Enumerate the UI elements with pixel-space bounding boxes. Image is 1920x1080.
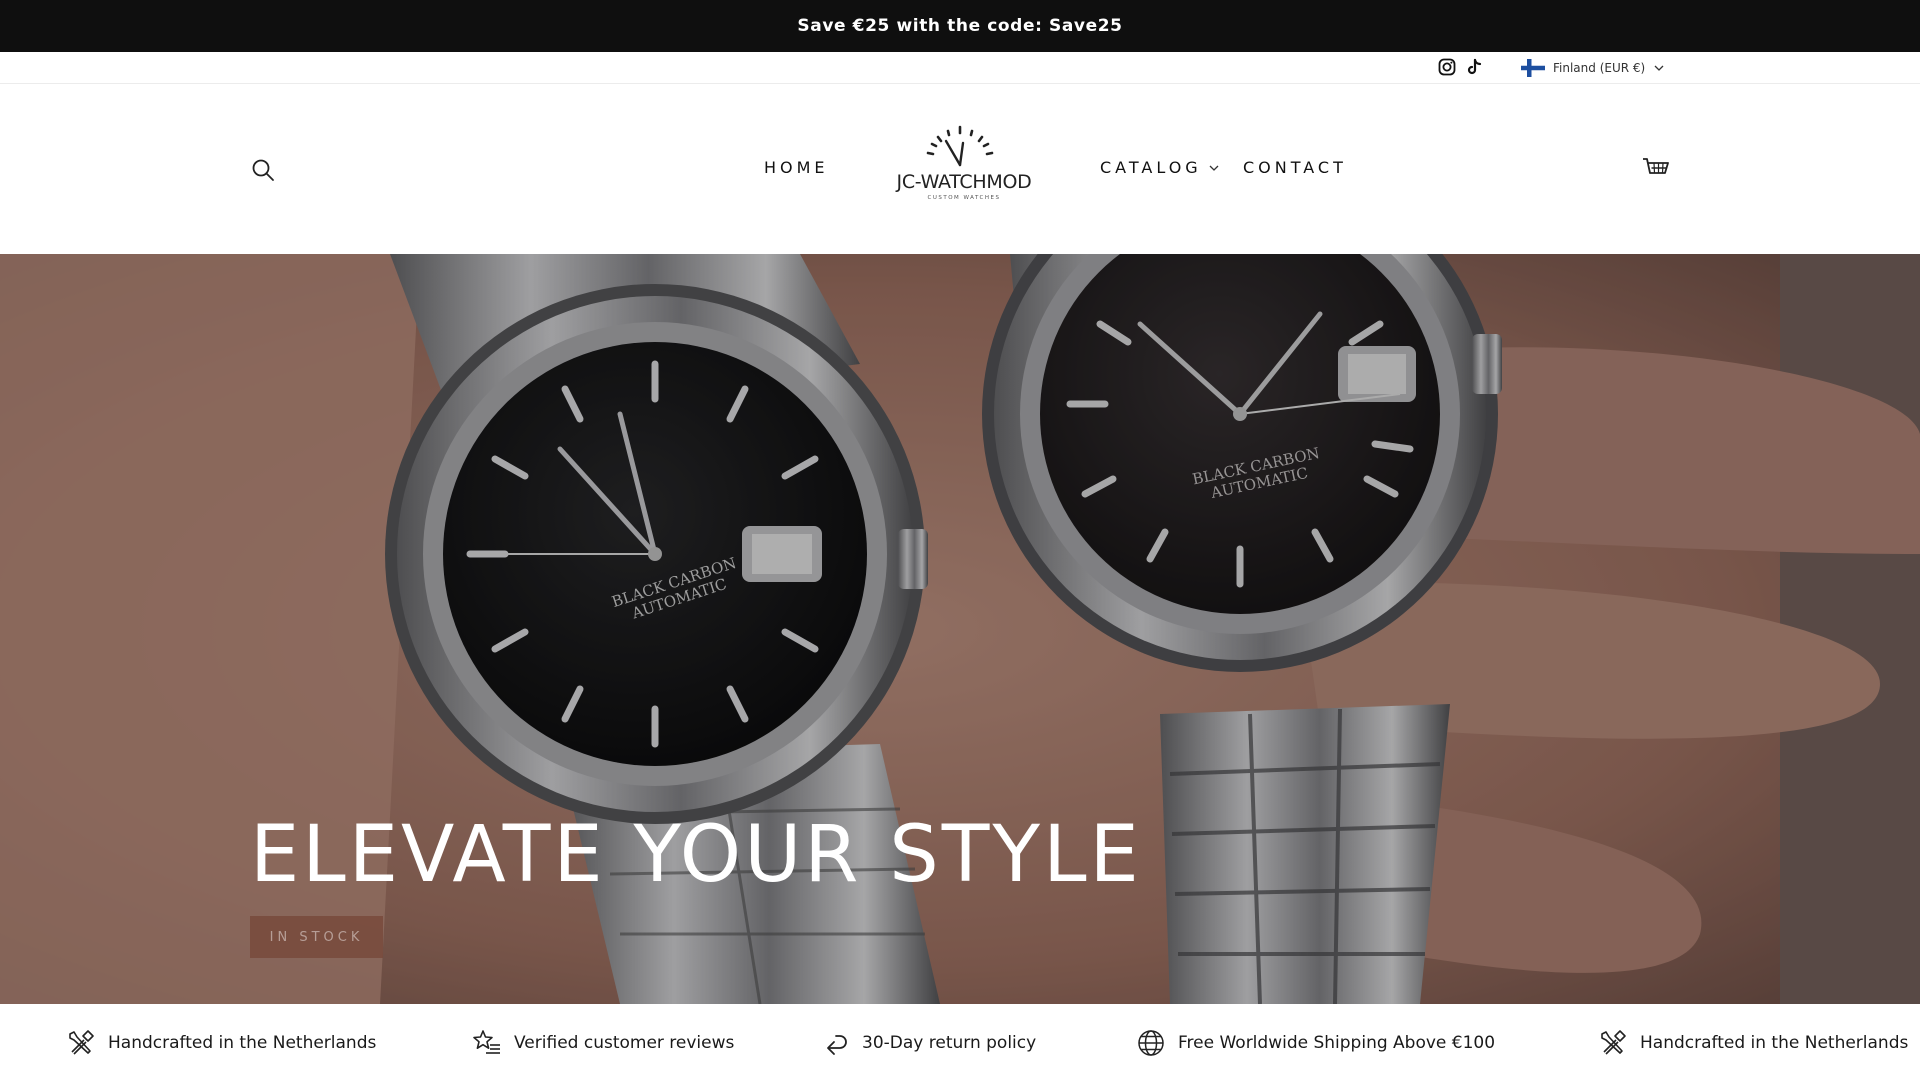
feature-item: Free Worldwide Shipping Above €100 [1136, 1028, 1495, 1058]
nav-contact[interactable]: CONTACT [1243, 158, 1347, 177]
utility-bar: Finland (EUR €) [0, 52, 1920, 84]
finland-flag-icon [1521, 59, 1545, 77]
site-header: HOME JC-WATCHMOD CUSTOM WATCHES CATALOG [0, 85, 1920, 254]
hero-title: ELEVATE YOUR STYLE [250, 810, 1142, 900]
return-arrow-icon [827, 1035, 847, 1055]
hero-banner: BLACK CARBON AUTOMATIC BLACK CARBON AUTO… [0, 254, 1920, 1004]
announcement-text: Save €25 with the code: Save25 [797, 16, 1123, 36]
nav-catalog[interactable]: CATALOG [1100, 158, 1220, 177]
chevron-down-icon [1654, 65, 1664, 71]
feature-label: Free Worldwide Shipping Above €100 [1178, 1033, 1496, 1053]
country-label: Finland (EUR €) [1553, 61, 1646, 75]
cart-icon[interactable] [1640, 153, 1672, 185]
feature-item: Verified customer reviews [472, 1028, 734, 1058]
feature-label: Handcrafted in the Netherlands [1640, 1033, 1909, 1053]
feature-label: Verified customer reviews [514, 1033, 735, 1053]
chevron-down-icon [1209, 165, 1219, 171]
feature-item: 30-Day return policy [820, 1028, 1036, 1058]
announcement-bar: Save €25 with the code: Save25 [0, 0, 1920, 52]
feature-label: Handcrafted in the Netherlands [108, 1033, 377, 1053]
in-stock-button-label: IN STOCK [269, 929, 364, 945]
feature-item: Handcrafted in the Netherlands [66, 1028, 376, 1058]
logo-name: JC-WATCHMOD [896, 171, 1032, 193]
logo-tagline: CUSTOM WATCHES [927, 195, 1001, 201]
star-list-icon [473, 1030, 500, 1054]
globe-icon [1138, 1030, 1164, 1056]
feature-item: Handcrafted in the Netherlands [1598, 1028, 1908, 1058]
search-icon[interactable] [248, 155, 278, 185]
feature-strip: Handcrafted in the Netherlands Verified … [0, 1004, 1920, 1080]
country-selector[interactable]: Finland (EUR €) [1521, 56, 1665, 80]
tools-icon [69, 1030, 94, 1055]
in-stock-button[interactable]: IN STOCK [250, 916, 383, 958]
feature-label: 30-Day return policy [862, 1033, 1037, 1053]
nav-catalog-label: CATALOG [1100, 158, 1202, 177]
tiktok-icon[interactable] [1465, 58, 1483, 76]
tools-icon [1601, 1030, 1626, 1055]
site-logo[interactable]: JC-WATCHMOD CUSTOM WATCHES [884, 125, 1044, 205]
instagram-icon[interactable] [1438, 58, 1456, 76]
nav-home[interactable]: HOME [764, 158, 829, 177]
logo-mark-icon [926, 125, 994, 167]
